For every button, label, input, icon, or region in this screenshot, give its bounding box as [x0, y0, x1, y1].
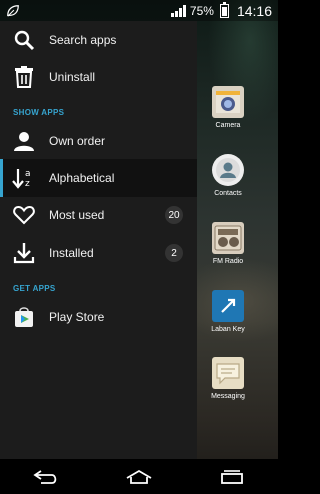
show-apps-header: SHOW APPS — [13, 108, 65, 117]
back-icon — [33, 469, 57, 484]
battery-icon — [219, 1, 229, 18]
back-button[interactable] — [26, 462, 66, 492]
status-bar: 75% 14:16 — [0, 0, 278, 21]
home-icon — [126, 469, 152, 484]
alphabetical-label: Alphabetical — [49, 171, 115, 185]
home-button[interactable] — [119, 462, 159, 492]
camera-icon — [212, 86, 244, 118]
laban-key-app[interactable]: Laban Key — [206, 290, 250, 333]
most-used-count-badge: 20 — [165, 206, 183, 224]
sort-alpha-icon: a z — [12, 166, 36, 190]
battery-percent: 75% — [189, 3, 214, 18]
clock: 14:16 — [236, 2, 272, 19]
most-used-item[interactable]: Most used 20 — [0, 196, 197, 234]
navigation-bar — [0, 459, 278, 494]
heart-icon — [12, 203, 36, 227]
camera-label: Camera — [215, 122, 241, 129]
search-apps-item[interactable]: Search apps — [0, 21, 197, 59]
get-apps-header: GET APPS — [13, 284, 56, 293]
recent-apps-button[interactable] — [212, 462, 252, 492]
installed-item[interactable]: Installed 2 — [0, 234, 197, 272]
play-store-label: Play Store — [49, 310, 105, 324]
laban-key-label: Laban Key — [211, 326, 245, 333]
contacts-label: Contacts — [214, 190, 242, 197]
svg-text:a: a — [25, 169, 31, 179]
messaging-icon — [212, 357, 244, 389]
play-store-icon — [12, 305, 36, 329]
fm-radio-app[interactable]: FM Radio — [206, 222, 250, 265]
fm-radio-label: FM Radio — [212, 258, 244, 265]
play-store-item[interactable]: Play Store — [0, 298, 197, 336]
messaging-app[interactable]: Messaging — [206, 357, 250, 400]
installed-count-badge: 2 — [165, 244, 183, 262]
download-icon — [12, 241, 36, 265]
own-order-label: Own order — [49, 134, 106, 148]
alphabetical-item[interactable]: a z Alphabetical — [0, 159, 197, 197]
search-icon — [12, 28, 36, 52]
contacts-app[interactable]: Contacts — [206, 154, 250, 197]
person-icon — [12, 129, 36, 153]
uninstall-item[interactable]: Uninstall — [0, 58, 197, 96]
installed-label: Installed — [49, 246, 94, 260]
contacts-icon — [212, 154, 244, 186]
recent-apps-icon — [220, 469, 243, 484]
svg-text:z: z — [25, 179, 30, 189]
laban-key-icon — [212, 290, 244, 322]
leaf-icon — [7, 4, 19, 17]
own-order-item[interactable]: Own order — [0, 122, 197, 160]
radio-icon — [212, 222, 244, 254]
navigation-drawer: Search apps Uninstall SHOW APPS Own orde… — [0, 21, 197, 459]
signal-icon — [170, 4, 186, 17]
uninstall-label: Uninstall — [49, 70, 96, 84]
trash-icon — [12, 65, 36, 89]
messaging-label: Messaging — [211, 393, 245, 400]
most-used-label: Most used — [49, 208, 105, 222]
search-apps-label: Search apps — [49, 33, 117, 47]
camera-app[interactable]: Camera — [206, 86, 250, 129]
